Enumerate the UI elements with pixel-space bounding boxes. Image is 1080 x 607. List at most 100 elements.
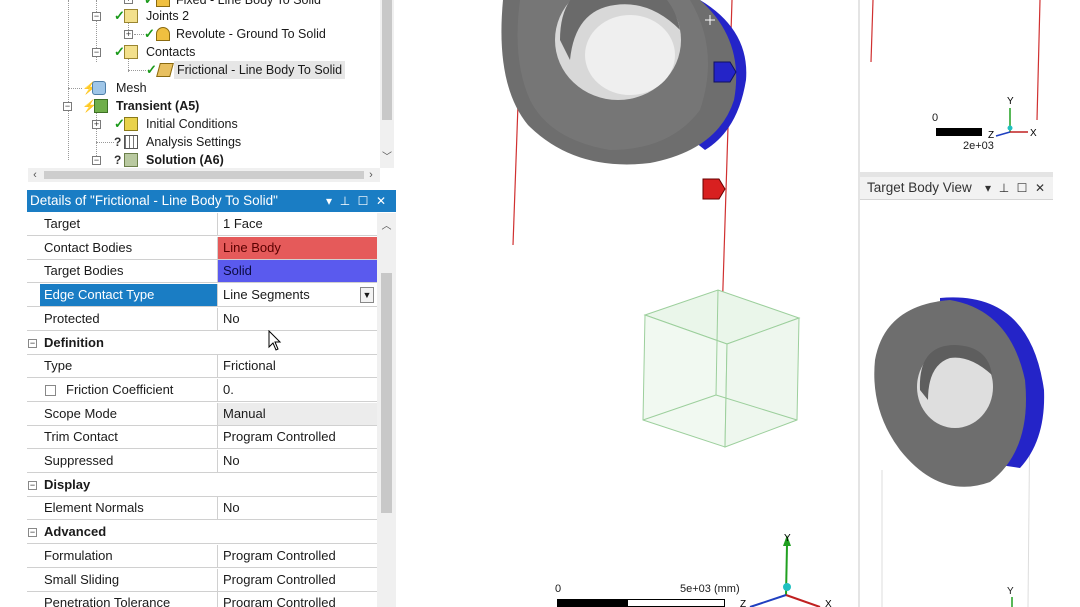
property-value[interactable]: Program Controlled [218, 545, 377, 567]
scale-bar: 0 5e+03 (mm) [555, 583, 785, 607]
property-value[interactable]: 0. [218, 379, 377, 401]
property-name: Target Bodies [40, 260, 218, 283]
collapse-icon[interactable]: − [63, 102, 72, 111]
scrollbar-thumb[interactable] [382, 0, 392, 120]
details-row[interactable]: Formulation Program Controlled [27, 544, 377, 568]
model-scene[interactable]: Y X Z [400, 0, 858, 607]
tree-item-solution[interactable]: − ? Solution (A6) [28, 151, 378, 168]
details-row[interactable]: Small Sliding Program Controlled [27, 568, 377, 592]
details-row[interactable]: Contact Bodies Line Body [27, 236, 377, 260]
details-grid: Target 1 Face Contact Bodies Line Body Targe… [27, 213, 377, 607]
tree-item-label: Joints 2 [146, 9, 190, 23]
property-value[interactable]: Solid [218, 260, 377, 283]
property-value[interactable]: Line Segments [218, 284, 377, 306]
scale-value: 2e+03 [963, 140, 994, 152]
scrollbar-thumb[interactable] [381, 273, 392, 513]
close-icon[interactable]: ✕ [373, 190, 389, 212]
row-gutter [27, 497, 40, 519]
collapse-icon[interactable]: − [28, 338, 37, 348]
expand-icon[interactable]: + [124, 0, 133, 4]
details-row[interactable]: Penetration Tolerance Program Controlled [27, 592, 377, 607]
close-icon[interactable]: ✕ [1032, 177, 1048, 199]
solution-icon [124, 153, 138, 167]
expand-icon[interactable]: + [124, 30, 133, 39]
property-value[interactable]: No [218, 308, 377, 330]
graphics-viewport[interactable]: Y X Z 0 5e+03 (mm) [400, 0, 858, 607]
window-edge [1053, 0, 1080, 607]
expand-icon[interactable]: + [92, 120, 101, 129]
collapse-icon[interactable]: − [92, 156, 101, 165]
details-section-header[interactable]: − Definition [27, 332, 377, 355]
details-row[interactable]: Friction Coefficient 0. [27, 378, 377, 402]
collapse-icon[interactable]: − [28, 528, 37, 538]
tree-item-label: Revolute - Ground To Solid [176, 27, 326, 41]
dropdown-arrow-icon[interactable]: ▼ [360, 287, 374, 304]
tree-connector [96, 142, 114, 143]
row-gutter [27, 260, 40, 282]
scroll-left-icon[interactable]: ‹ [28, 168, 42, 182]
scroll-down-icon[interactable]: ﹀ [380, 148, 394, 163]
axis-triad [1011, 597, 1013, 607]
mouse-cursor-icon [268, 330, 282, 351]
line-body [870, 0, 874, 63]
details-section-header[interactable]: − Display [27, 474, 377, 497]
property-name: Formulation [40, 544, 218, 567]
tree-item-transient[interactable]: − ⚡ Transient (A5) [28, 97, 378, 115]
collapse-icon[interactable]: − [28, 480, 37, 490]
axis-y-label: Y [1007, 586, 1014, 597]
row-gutter [27, 379, 40, 401]
outline-tree: + ✓ Fixed - Line Body To Solid − ✓ Joint… [28, 0, 378, 168]
details-row[interactable]: Element Normals No [27, 497, 377, 521]
tree-item-initial-conditions[interactable]: + ✓ Initial Conditions [28, 115, 378, 133]
row-gutter [27, 569, 40, 591]
initial-conditions-icon [124, 117, 138, 131]
details-row[interactable]: Target 1 Face [27, 213, 377, 236]
details-section-header[interactable]: − Advanced [27, 521, 377, 545]
scroll-right-icon[interactable]: › [364, 168, 378, 182]
ground-cube [642, 289, 801, 448]
maximize-icon[interactable]: ☐ [1014, 177, 1030, 199]
row-gutter [27, 355, 40, 377]
tree-item-analysis-settings[interactable]: ? Analysis Settings [28, 133, 378, 151]
collapse-icon[interactable]: − [92, 48, 101, 57]
maximize-icon[interactable]: ☐ [355, 190, 371, 212]
revolute-joint-icon [156, 27, 170, 41]
fixed-joint-icon [156, 0, 170, 7]
details-row[interactable]: Suppressed No [27, 450, 377, 473]
dropdown-icon[interactable]: ▾ [321, 190, 337, 212]
details-row[interactable]: Protected No [27, 307, 377, 331]
property-value[interactable]: Program Controlled [218, 569, 377, 591]
question-icon: ? [114, 153, 122, 167]
tree-vertical-scrollbar[interactable]: ﹀ [380, 0, 394, 168]
property-value[interactable]: Manual [218, 402, 377, 425]
tree-item-mesh[interactable]: ⚡ Mesh [28, 79, 378, 97]
axis-y-label: Y [784, 533, 791, 544]
property-value[interactable]: Program Controlled [218, 592, 377, 607]
scrollbar-thumb[interactable] [44, 171, 364, 179]
tree-item-frictional[interactable]: ✓ Frictional - Line Body To Solid [28, 61, 378, 79]
dropdown-icon[interactable]: ▾ [980, 177, 996, 199]
property-value[interactable]: Line Body [218, 236, 377, 259]
tree-item-joints[interactable]: − ✓ Joints 2 [28, 7, 378, 25]
pin-icon[interactable]: ⊥ [996, 177, 1012, 199]
collapse-icon[interactable]: − [92, 12, 101, 21]
property-value[interactable]: No [218, 497, 377, 519]
target-body-view[interactable]: Y [860, 200, 1053, 607]
details-vertical-scrollbar[interactable]: ︿ [377, 213, 396, 607]
property-value[interactable]: Frictional [218, 355, 377, 377]
details-row[interactable]: Edge Contact Type Line Segments ▼ [27, 284, 377, 308]
property-name: Display [44, 476, 91, 492]
details-row[interactable]: Target Bodies Solid [27, 260, 377, 284]
tree-item-label: Frictional - Line Body To Solid [174, 61, 346, 79]
property-value[interactable]: No [218, 450, 377, 472]
tree-horizontal-scrollbar[interactable]: ‹ › [28, 168, 380, 182]
details-row[interactable]: Scope Mode Manual [27, 402, 377, 426]
details-row[interactable]: Type Frictional [27, 355, 377, 379]
tree-item-contacts[interactable]: − ✓ Contacts [28, 43, 378, 61]
property-value[interactable]: 1 Face [218, 213, 377, 235]
property-value[interactable]: Program Controlled [218, 426, 377, 448]
scroll-up-icon[interactable]: ︿ [377, 217, 396, 232]
pin-icon[interactable]: ⊥ [337, 190, 353, 212]
tree-item-revolute[interactable]: + ✓ Revolute - Ground To Solid [28, 25, 378, 43]
details-row[interactable]: Trim Contact Program Controlled [27, 426, 377, 450]
